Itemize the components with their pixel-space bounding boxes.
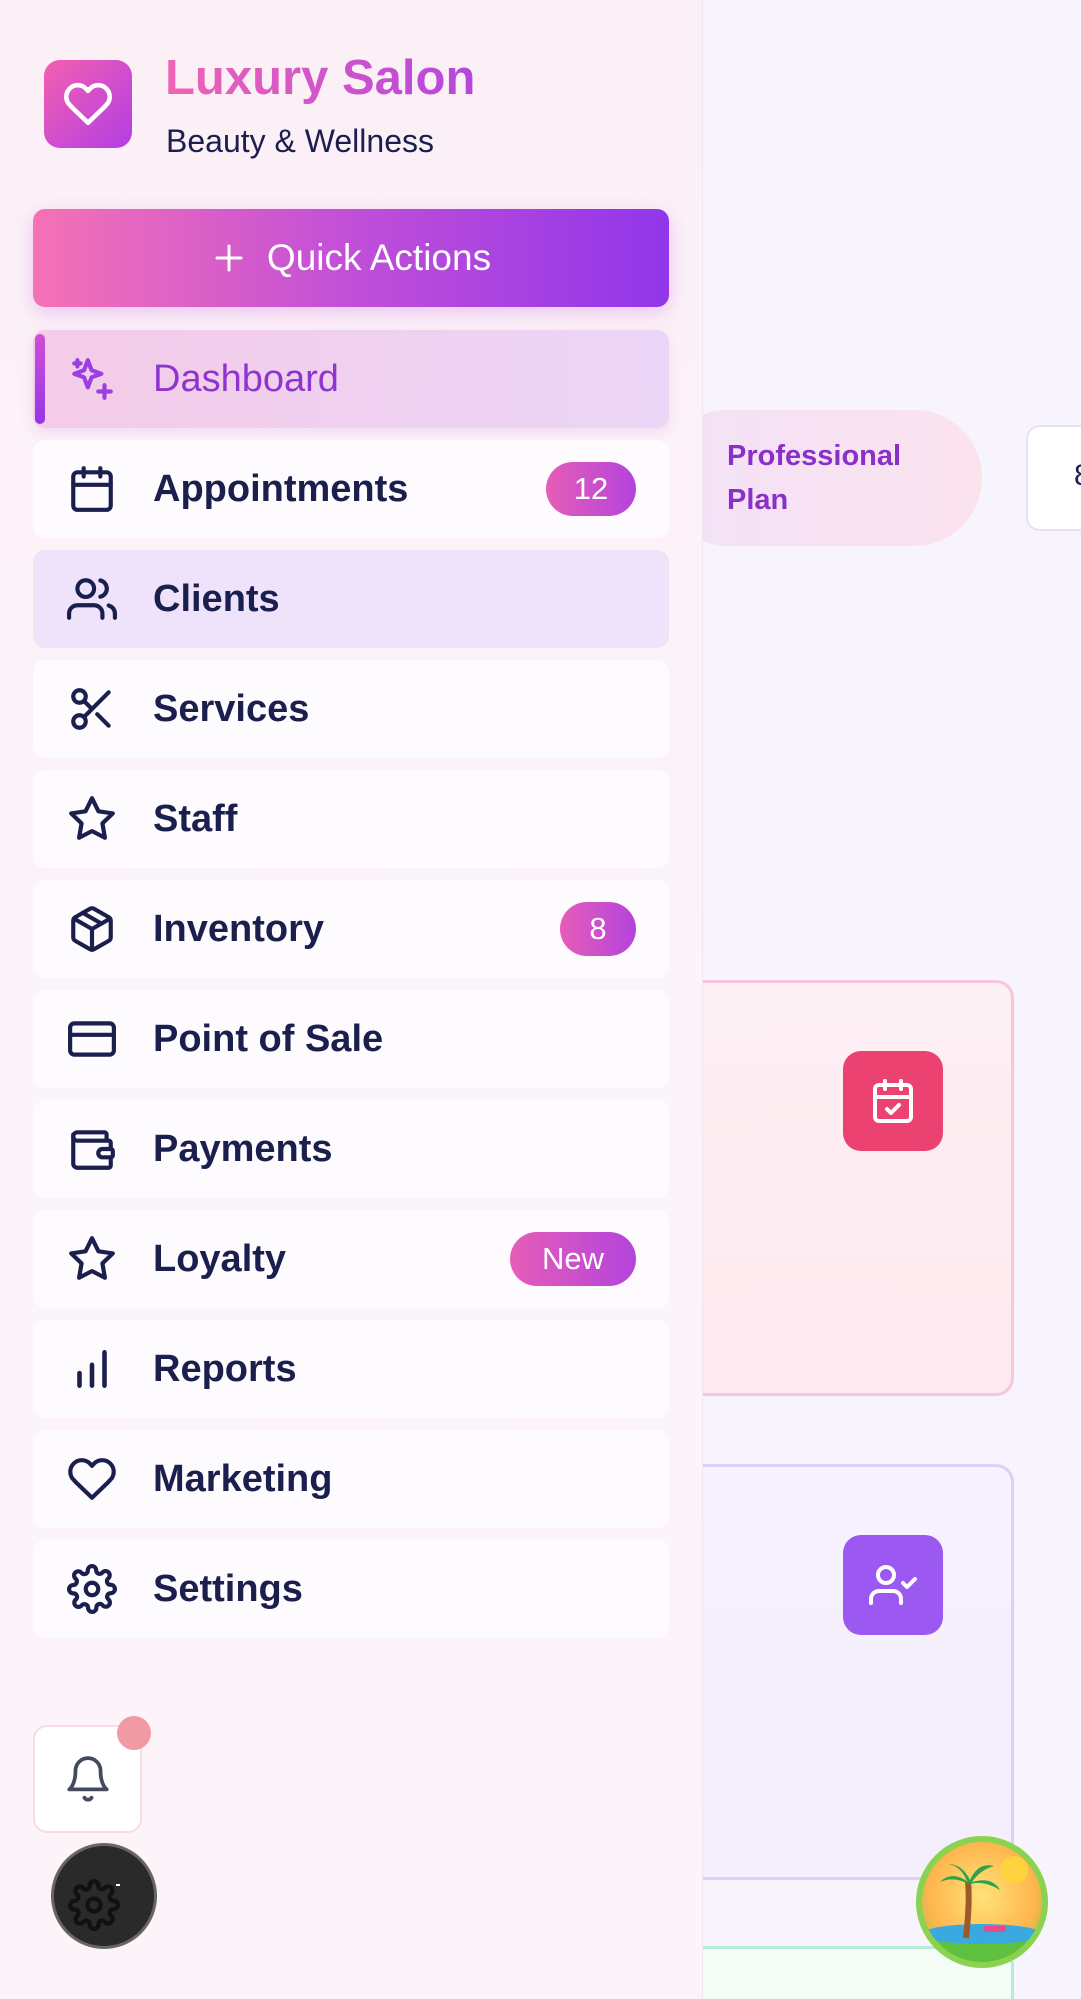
plan-badge[interactable]: Professional Plan (660, 410, 982, 546)
quick-actions-button[interactable]: Quick Actions (33, 209, 669, 307)
sidebar-item-label: Appointments (153, 467, 409, 510)
loyalty-new-badge: New (510, 1232, 636, 1286)
sidebar-item-staff[interactable]: Staff (33, 770, 669, 868)
header-button-label: 8 (1074, 459, 1081, 493)
sidebar-item-label: Dashboard (153, 357, 339, 400)
sidebar-item-clients[interactable]: Clients (33, 550, 669, 648)
plan-label: Professional Plan (727, 440, 902, 516)
sidebar-item-marketing[interactable]: Marketing (33, 1430, 669, 1528)
calendar-icon (65, 462, 119, 516)
scissors-icon (65, 682, 119, 736)
sidebar-item-services[interactable]: Services (33, 660, 669, 758)
stat-card-appointments[interactable] (650, 980, 1014, 1396)
palm-tree-icon (922, 1856, 1042, 1962)
sidebar-item-point-of-sale[interactable]: Point of Sale (33, 990, 669, 1088)
sidebar-item-label: Point of Sale (153, 1017, 384, 1060)
sidebar: Luxury Salon Beauty & Wellness Quick Act… (0, 0, 703, 1999)
sidebar-item-inventory[interactable]: Inventory 8 (33, 880, 669, 978)
plus-icon (215, 244, 243, 272)
brand-subtitle: Beauty & Wellness (166, 123, 434, 159)
bar-chart-icon (65, 1342, 119, 1396)
brand-logo[interactable] (44, 60, 132, 148)
user-check-icon (843, 1535, 943, 1635)
sidebar-item-settings[interactable]: Settings (33, 1540, 669, 1638)
sidebar-item-label: Clients (153, 577, 280, 620)
sidebar-item-label: Settings (153, 1567, 303, 1610)
sidebar-item-label: Services (153, 687, 310, 730)
sidebar-item-reports[interactable]: Reports (33, 1320, 669, 1418)
heart-icon (65, 1452, 119, 1506)
star-icon (65, 1232, 119, 1286)
sidebar-item-label: Payments (153, 1127, 333, 1170)
star-icon (65, 792, 119, 846)
sidebar-item-loyalty[interactable]: Loyalty New (33, 1210, 669, 1308)
users-icon (65, 572, 119, 626)
sidebar-item-label: Reports (153, 1347, 297, 1390)
inventory-count-badge: 8 (560, 902, 636, 956)
quick-actions-label: Quick Actions (266, 237, 492, 278)
settings-fab[interactable] (51, 1843, 157, 1949)
sidebar-item-label: Marketing (153, 1457, 333, 1500)
gear-icon (65, 1562, 119, 1616)
sidebar-item-label: Inventory (153, 907, 325, 950)
bell-icon (66, 1756, 109, 1802)
sidebar-item-label: Staff (153, 797, 238, 840)
sidebar-item-label: Loyalty (153, 1237, 287, 1280)
calendar-check-icon (843, 1051, 943, 1151)
credit-card-icon (65, 1012, 119, 1066)
header-button[interactable]: 8 (1026, 425, 1081, 531)
gear-icon (68, 1879, 120, 1931)
beach-theme-button[interactable] (916, 1836, 1048, 1968)
sidebar-item-appointments[interactable]: Appointments 12 (33, 440, 669, 538)
wallet-icon (65, 1122, 119, 1176)
sidebar-item-dashboard[interactable]: Dashboard (33, 330, 669, 428)
stat-card-clients[interactable] (650, 1464, 1014, 1880)
heart-icon (64, 82, 112, 126)
box-icon (65, 902, 119, 956)
brand-title: Luxury Salon (165, 51, 476, 105)
notification-dot (117, 1716, 151, 1750)
sidebar-item-payments[interactable]: Payments (33, 1100, 669, 1198)
sparkles-icon (65, 352, 119, 406)
appointments-count-badge: 12 (546, 462, 636, 516)
